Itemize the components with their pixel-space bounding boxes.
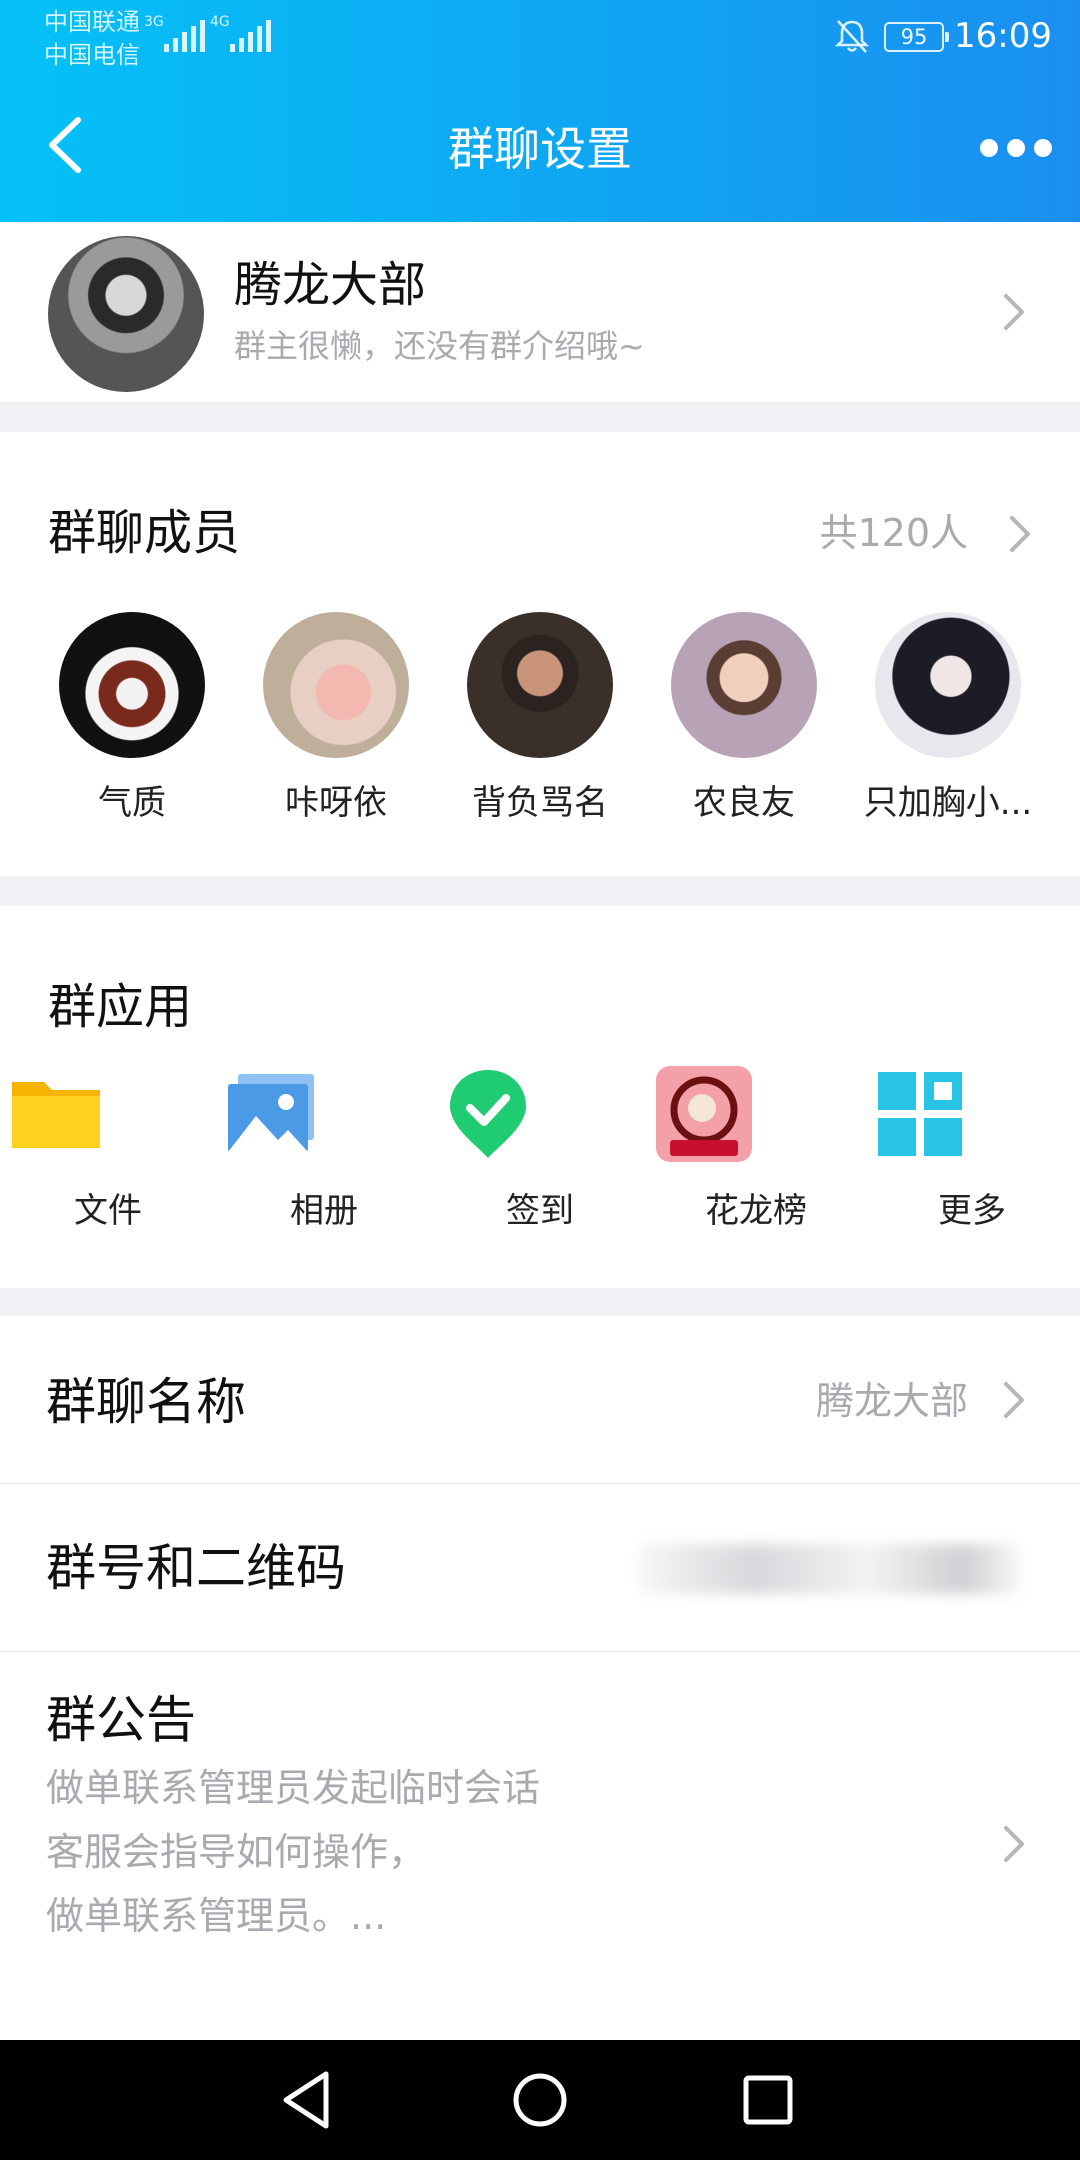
group-notice-label: 群公告 bbox=[46, 1691, 196, 1749]
member-item[interactable]: 农良友 bbox=[644, 612, 844, 826]
settings-list: 群聊名称 腾龙大部 群号和二维码 群公告 做单联系管理员发起临时会话 客服会指导… bbox=[0, 1316, 1080, 2042]
clock: 16:09 bbox=[954, 16, 1052, 56]
group-avatar bbox=[48, 236, 204, 392]
member-avatar bbox=[467, 612, 613, 758]
group-apps-section: 群应用 文件 相册 签到 花龙榜 更多 bbox=[0, 906, 1080, 1288]
app-label: 更多 bbox=[938, 1191, 1006, 1231]
carrier-1: 中国联通 bbox=[44, 8, 140, 36]
member-avatar bbox=[671, 612, 817, 758]
app-label: 签到 bbox=[506, 1191, 574, 1231]
chevron-right-icon bbox=[1004, 1826, 1024, 1862]
header: 中国联通 中国电信 3G 4G 95 16:09 群聊设置 bbox=[0, 0, 1080, 222]
signal-icon-1 bbox=[164, 18, 205, 52]
checkin-icon bbox=[450, 1070, 526, 1158]
member-count[interactable]: 共120人 bbox=[819, 506, 968, 560]
group-number-value bbox=[640, 1544, 1020, 1594]
apps-title: 群应用 bbox=[48, 979, 193, 1035]
more-apps-icon bbox=[878, 1072, 962, 1156]
chevron-right-icon bbox=[1004, 294, 1024, 330]
folder-icon bbox=[12, 1082, 100, 1148]
members-title: 群聊成员 bbox=[48, 505, 241, 561]
dragon-rank-icon bbox=[656, 1066, 752, 1162]
member-name: 咔呀依 bbox=[285, 783, 387, 823]
group-name-value: 腾龙大部 bbox=[815, 1379, 968, 1423]
group-notice-row[interactable]: 群公告 做单联系管理员发起临时会话 客服会指导如何操作， 做单联系管理员。... bbox=[0, 1652, 1080, 2042]
group-qr-row[interactable]: 群号和二维码 bbox=[0, 1484, 1080, 1652]
notice-line: 做单联系管理员。... bbox=[46, 1894, 387, 1938]
nav-recents-icon[interactable] bbox=[728, 2064, 808, 2136]
chevron-right-icon bbox=[1004, 1382, 1024, 1418]
chevron-right-icon[interactable] bbox=[1006, 512, 1034, 556]
group-description: 群主很懒，还没有群介绍哦~ bbox=[234, 327, 645, 365]
member-name: 背负骂名 bbox=[472, 783, 608, 823]
group-name-row[interactable]: 群聊名称 腾龙大部 bbox=[0, 1316, 1080, 1484]
carrier-info: 中国联通 中国电信 bbox=[44, 6, 140, 72]
system-nav-bar bbox=[0, 2040, 1080, 2160]
member-item[interactable]: 只加胸小... bbox=[848, 612, 1048, 826]
notice-line: 做单联系管理员发起临时会话 bbox=[46, 1766, 541, 1810]
battery-icon: 95 bbox=[884, 22, 949, 52]
page-title: 群聊设置 bbox=[448, 122, 632, 176]
carrier-2: 中国电信 bbox=[44, 41, 140, 69]
network-type-2: 4G bbox=[210, 14, 230, 30]
app-file[interactable]: 文件 bbox=[8, 1066, 208, 1234]
member-name: 只加胸小... bbox=[863, 783, 1033, 823]
battery-level: 95 bbox=[900, 25, 928, 49]
member-name: 气质 bbox=[98, 783, 166, 823]
app-dragon-rank[interactable]: 花龙榜 bbox=[656, 1066, 856, 1234]
group-name-label: 群聊名称 bbox=[46, 1373, 246, 1431]
member-name: 农良友 bbox=[693, 783, 795, 823]
signal-icon-2 bbox=[230, 18, 271, 52]
app-label: 相册 bbox=[290, 1191, 358, 1231]
app-more[interactable]: 更多 bbox=[872, 1066, 1072, 1234]
bell-mute-icon bbox=[834, 20, 870, 53]
more-options-icon[interactable] bbox=[980, 128, 1052, 168]
group-qr-label: 群号和二维码 bbox=[46, 1539, 346, 1597]
member-item[interactable]: 背负骂名 bbox=[440, 612, 640, 826]
app-label: 文件 bbox=[74, 1191, 142, 1231]
member-avatar bbox=[263, 612, 409, 758]
member-avatar bbox=[875, 612, 1021, 758]
group-notice-content: 做单联系管理员发起临时会话 客服会指导如何操作， 做单联系管理员。... bbox=[46, 1756, 540, 1948]
app-label: 花龙榜 bbox=[705, 1191, 807, 1231]
nav-back-icon[interactable] bbox=[268, 2064, 348, 2136]
member-item[interactable]: 咔呀依 bbox=[236, 612, 436, 826]
nav-home-icon[interactable] bbox=[500, 2064, 580, 2136]
notice-line: 客服会指导如何操作， bbox=[46, 1830, 427, 1874]
members-section: 群聊成员 共120人 气质 咔呀依 背负骂名 农良友 只加胸小... bbox=[0, 432, 1080, 876]
group-name: 腾龙大部 bbox=[234, 257, 427, 313]
group-info-card[interactable]: 腾龙大部 群主很懒，还没有群介绍哦~ bbox=[0, 222, 1080, 402]
album-icon bbox=[228, 1074, 314, 1152]
app-checkin[interactable]: 签到 bbox=[440, 1066, 640, 1234]
member-item[interactable]: 气质 bbox=[32, 612, 232, 826]
app-album[interactable]: 相册 bbox=[224, 1066, 424, 1234]
network-type-1: 3G bbox=[144, 14, 164, 30]
member-avatar bbox=[59, 612, 205, 758]
